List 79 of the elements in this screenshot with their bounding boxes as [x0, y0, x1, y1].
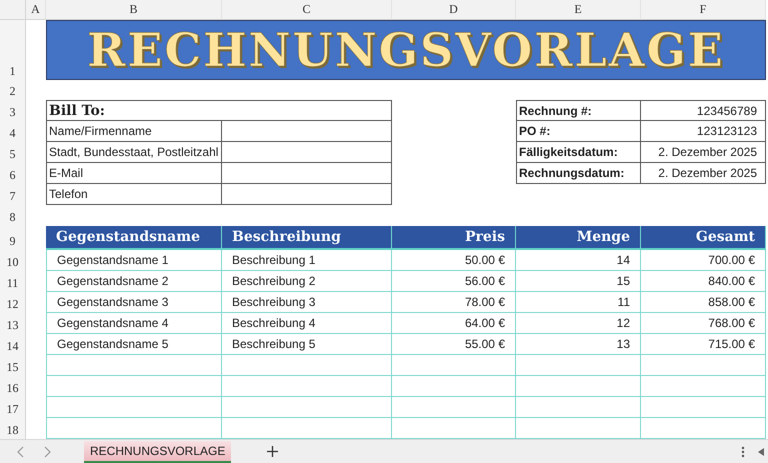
row-header: 18 [0, 418, 26, 439]
row-header: 3 [0, 100, 26, 121]
empty-cell[interactable] [222, 184, 392, 205]
invoice-title: RECHNUNGSVORLAGE [87, 27, 725, 73]
field-value: 123123123 [641, 121, 766, 142]
row-header: 17 [0, 397, 26, 418]
table-cell: 13 [516, 334, 641, 355]
column-header: E [516, 0, 641, 20]
table-cell: 768.00 € [641, 313, 766, 334]
field-label: Name/Firmenname [46, 121, 222, 142]
table-cell: Gegenstandsname 1 [46, 250, 222, 271]
row-header: 1 [0, 20, 26, 80]
table-cell: 64.00 € [392, 313, 516, 334]
more-options-icon[interactable] [741, 446, 745, 458]
table-cell: Beschreibung 3 [222, 292, 392, 313]
row-header: 11 [0, 271, 26, 292]
table-cell: Beschreibung 1 [222, 250, 392, 271]
field-label: Telefon [46, 184, 222, 205]
row-header: 12 [0, 292, 26, 313]
column-header: F [641, 0, 766, 20]
previous-sheet-icon[interactable] [16, 446, 26, 458]
row-header: 7 [0, 184, 26, 205]
row-header: 8 [0, 205, 26, 226]
table-cell: 700.00 € [641, 250, 766, 271]
field-value: 2. Dezember 2025 [641, 142, 766, 163]
table-cell: Gegenstandsname 3 [46, 292, 222, 313]
row-header: 4 [0, 121, 26, 142]
field-label: Rechnung #: [516, 100, 641, 121]
column-heading: Preis [392, 226, 516, 250]
table-cell: Gegenstandsname 5 [46, 334, 222, 355]
column-heading: Gesamt [641, 226, 766, 250]
column-header: D [392, 0, 516, 20]
field-label: PO #: [516, 121, 641, 142]
select-all-corner[interactable] [0, 0, 26, 20]
field-label: Fälligkeitsdatum: [516, 142, 641, 163]
empty-cell[interactable] [222, 142, 392, 163]
table-cell: 840.00 € [641, 271, 766, 292]
row-header: 2 [0, 80, 26, 100]
table-cell: Beschreibung 4 [222, 313, 392, 334]
scroll-left-icon[interactable] [758, 448, 764, 456]
next-sheet-icon[interactable] [42, 446, 52, 458]
table-cell: 50.00 € [392, 250, 516, 271]
field-label: Stadt, Bundesstaat, Postleitzahl [46, 142, 222, 163]
table-cell: 56.00 € [392, 271, 516, 292]
table-cell: 14 [516, 250, 641, 271]
table-cell: Beschreibung 2 [222, 271, 392, 292]
table-cell: 15 [516, 271, 641, 292]
table-cell: 78.00 € [392, 292, 516, 313]
field-value: 123456789 [641, 100, 766, 121]
table-cell: Beschreibung 5 [222, 334, 392, 355]
table-cell: 12 [516, 313, 641, 334]
empty-cell[interactable] [222, 163, 392, 184]
table-cell: 715.00 € [641, 334, 766, 355]
table-cell: 11 [516, 292, 641, 313]
column-heading: Menge [516, 226, 641, 250]
row-header: 9 [0, 226, 26, 250]
row-header: 16 [0, 376, 26, 397]
row-header: 10 [0, 250, 26, 271]
table-cell: 858.00 € [641, 292, 766, 313]
empty-cell[interactable] [222, 121, 392, 142]
sheet-tab[interactable]: RECHNUNGSVORLAGE [84, 440, 232, 462]
field-label: E-Mail [46, 163, 222, 184]
add-sheet-icon[interactable] [267, 446, 278, 457]
table-cell: 55.00 € [392, 334, 516, 355]
column-header: A [26, 0, 46, 20]
field-value: 2. Dezember 2025 [641, 163, 766, 184]
column-header: C [222, 0, 392, 20]
row-header: 14 [0, 334, 26, 355]
column-header: B [46, 0, 222, 20]
row-header: 15 [0, 355, 26, 376]
row-header: 5 [0, 142, 26, 163]
row-header: 6 [0, 163, 26, 184]
table-cell: Gegenstandsname 4 [46, 313, 222, 334]
column-heading: Beschreibung [222, 226, 392, 250]
table-cell: Gegenstandsname 2 [46, 271, 222, 292]
column-heading: Gegenstandsname [46, 226, 222, 250]
row-header: 13 [0, 313, 26, 334]
bill-to-heading: Bill To: [46, 100, 392, 121]
field-label: Rechnungsdatum: [516, 163, 641, 184]
